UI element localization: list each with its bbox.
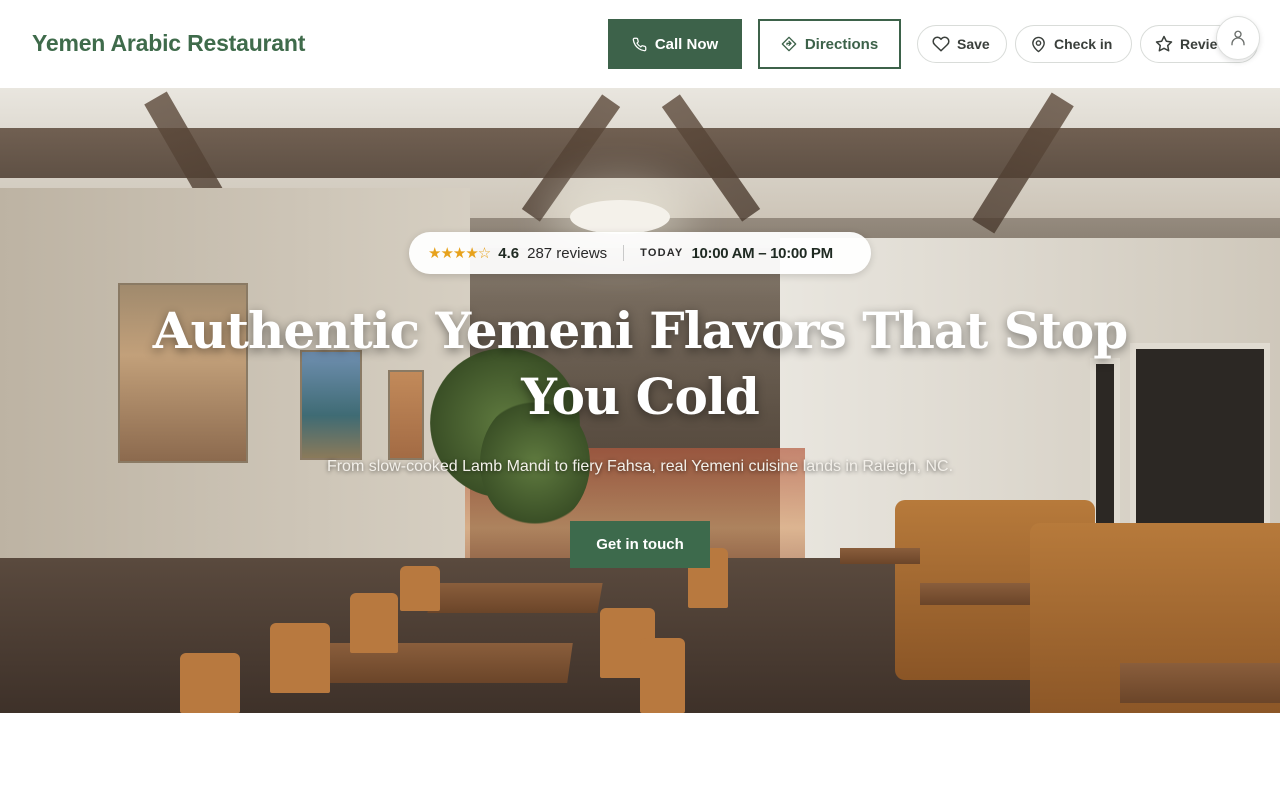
phone-icon — [632, 37, 647, 51]
directions-label: Directions — [804, 35, 879, 53]
save-button[interactable]: Save — [917, 25, 1007, 63]
heart-icon — [932, 36, 950, 52]
map-pin-icon — [1032, 36, 1045, 52]
rating-stars-icon: ★★★★☆ — [428, 245, 491, 262]
today-label: TODAY — [640, 247, 684, 259]
directions-icon — [781, 36, 797, 52]
check-in-button[interactable]: Check in — [1015, 25, 1132, 63]
call-now-button[interactable]: Call Now — [608, 19, 742, 69]
hero-subheadline: From slow-cooked Lamb Mandi to fiery Fah… — [326, 458, 954, 475]
badge-divider — [623, 245, 625, 261]
hero-section: ★★★★☆ 4.6 287 reviews TODAY 10:00 AM – 1… — [0, 88, 1280, 713]
star-icon — [1155, 35, 1173, 52]
rating-hours-badge: ★★★★☆ 4.6 287 reviews TODAY 10:00 AM – 1… — [409, 232, 871, 274]
brand-name[interactable]: Yemen Arabic Restaurant — [32, 30, 305, 57]
hero-headline: Authentic Yemeni Flavors That Stop You C… — [152, 301, 1129, 426]
account-button[interactable] — [1216, 16, 1260, 60]
directions-button[interactable]: Directions — [758, 19, 901, 69]
check-in-label: Check in — [1054, 36, 1113, 52]
opening-hours: 10:00 AM – 10:00 PM — [691, 244, 833, 262]
user-icon — [1231, 30, 1245, 46]
review-count[interactable]: 287 reviews — [527, 245, 607, 262]
get-in-touch-button[interactable]: Get in touch — [570, 521, 710, 568]
save-label: Save — [957, 36, 990, 52]
call-now-label: Call Now — [654, 35, 719, 53]
rating-value: 4.6 — [498, 244, 520, 262]
site-header: Yemen Arabic Restaurant Call Now Directi… — [0, 0, 1280, 88]
